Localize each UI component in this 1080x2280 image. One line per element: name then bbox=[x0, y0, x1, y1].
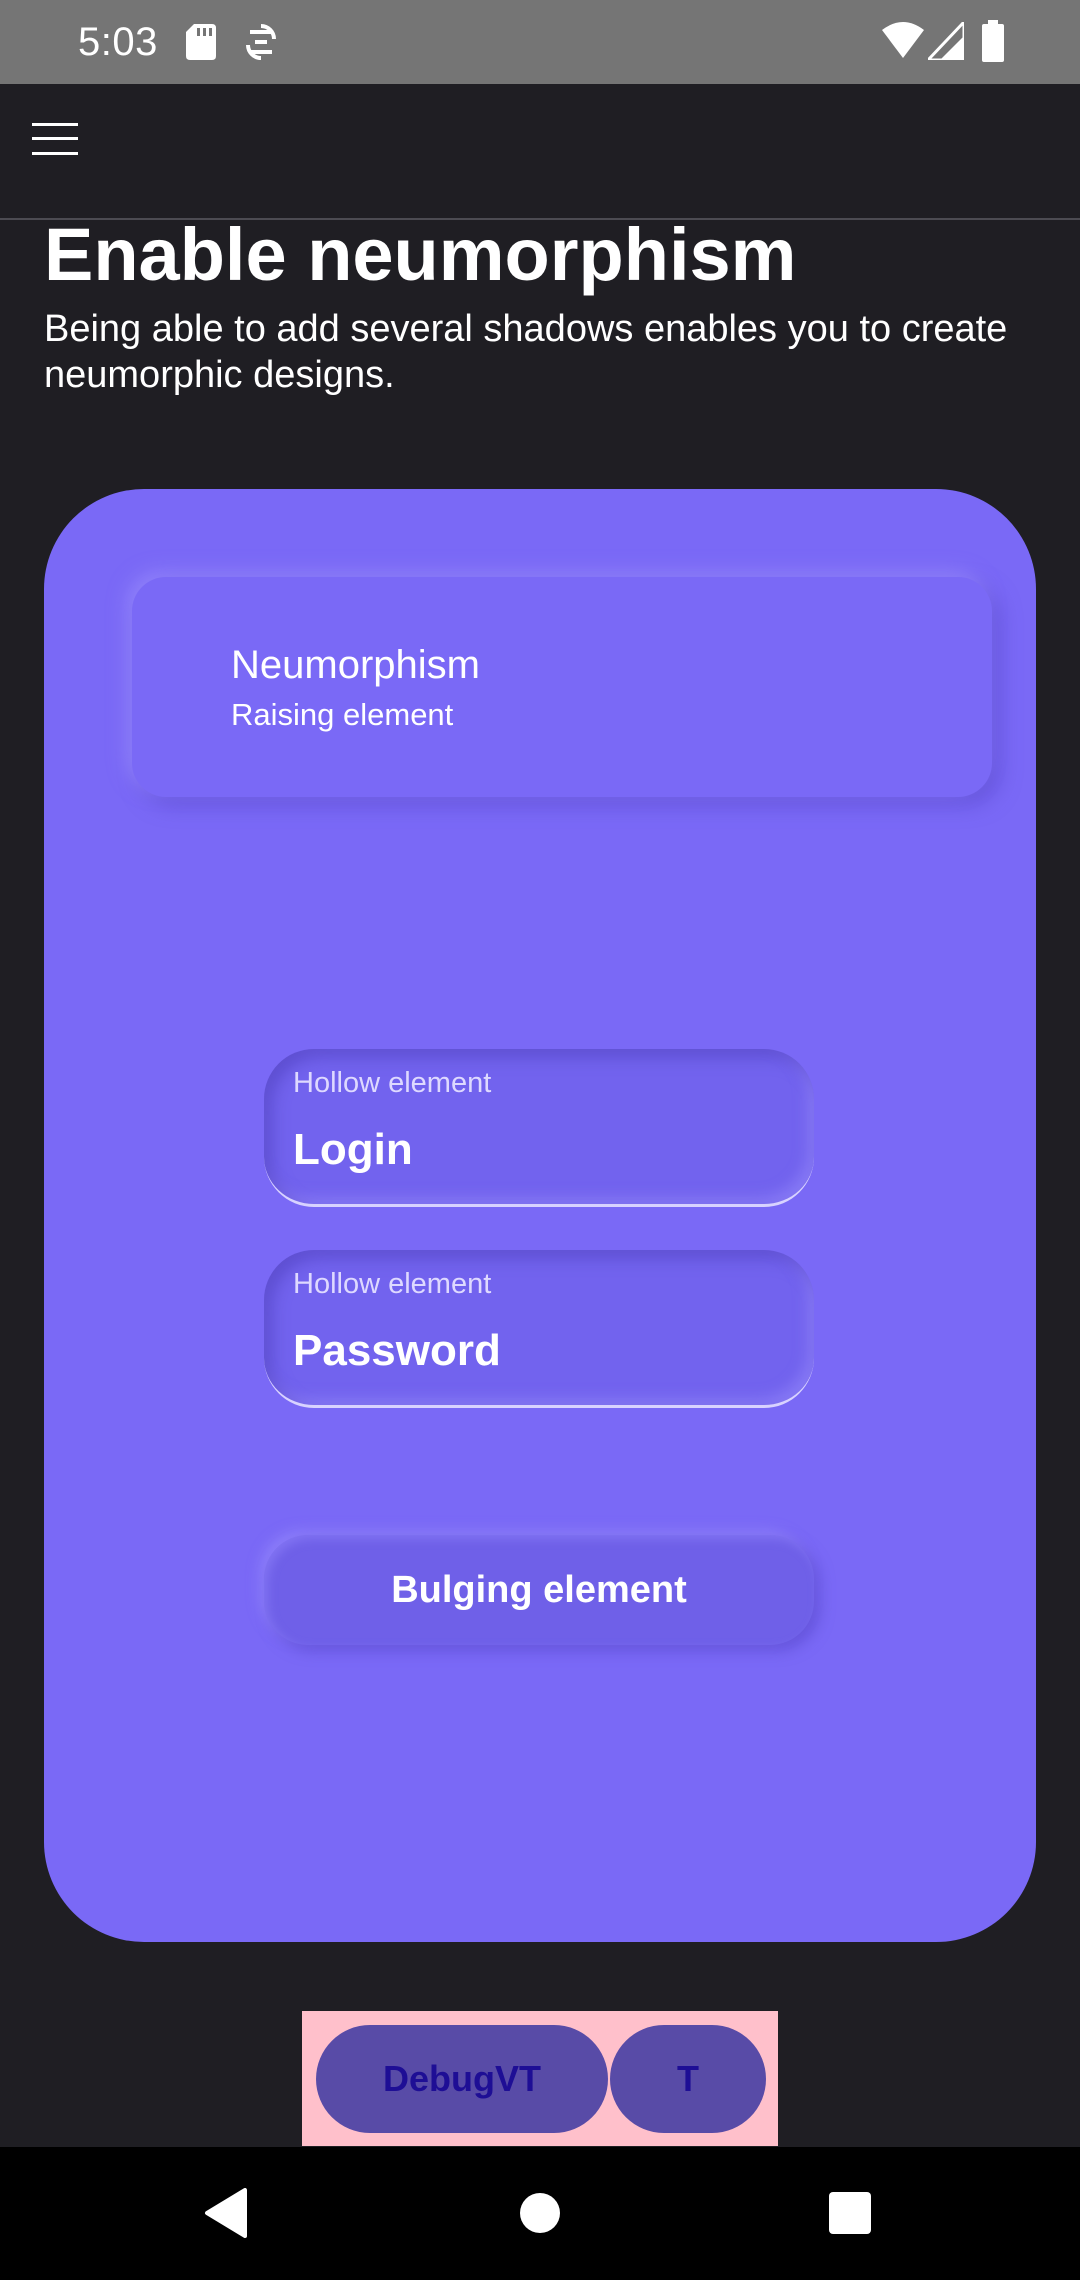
raised-subtitle: Raising element bbox=[231, 697, 454, 732]
page-subtitle: Being able to add several shadows enable… bbox=[44, 308, 1008, 396]
debug-toolbar: DebugVT T bbox=[302, 2011, 778, 2146]
password-field-label: Hollow element bbox=[293, 1268, 492, 1300]
page-title: Enable neumorphism bbox=[44, 213, 797, 296]
back-button[interactable] bbox=[196, 2185, 256, 2245]
login-field-label: Hollow element bbox=[293, 1067, 492, 1099]
t-button[interactable]: T bbox=[610, 2025, 766, 2133]
battery-icon bbox=[982, 20, 1004, 67]
raised-title: Neumorphism bbox=[231, 643, 480, 687]
cellular-signal-icon bbox=[924, 18, 966, 65]
password-field-value: Password bbox=[293, 1326, 501, 1375]
login-field-value: Login bbox=[293, 1125, 413, 1174]
home-button[interactable] bbox=[510, 2185, 570, 2245]
login-field[interactable]: Hollow element Login bbox=[264, 1049, 814, 1207]
debug-vt-button[interactable]: DebugVT bbox=[316, 2025, 608, 2133]
wifi-icon bbox=[882, 22, 924, 63]
menu-button[interactable] bbox=[18, 104, 92, 178]
sd-card-icon bbox=[186, 24, 216, 65]
status-time: 5:03 bbox=[78, 20, 158, 64]
raised-element: Neumorphism Raising element bbox=[132, 577, 992, 797]
navigation-bar bbox=[0, 2147, 1080, 2280]
home-circle-icon bbox=[519, 2192, 561, 2239]
password-field[interactable]: Hollow element Password bbox=[264, 1250, 814, 1408]
bulging-button[interactable]: Bulging element bbox=[264, 1535, 814, 1645]
status-bar: 5:03 bbox=[0, 0, 1080, 84]
hamburger-menu-icon bbox=[32, 122, 78, 160]
neumorphism-card: Neumorphism Raising element Hollow eleme… bbox=[44, 489, 1036, 1942]
sync-icon bbox=[246, 22, 276, 67]
recents-square-icon bbox=[829, 2191, 871, 2239]
back-triangle-icon bbox=[203, 2187, 249, 2243]
app-bar bbox=[0, 84, 1080, 220]
recents-button[interactable] bbox=[820, 2185, 880, 2245]
